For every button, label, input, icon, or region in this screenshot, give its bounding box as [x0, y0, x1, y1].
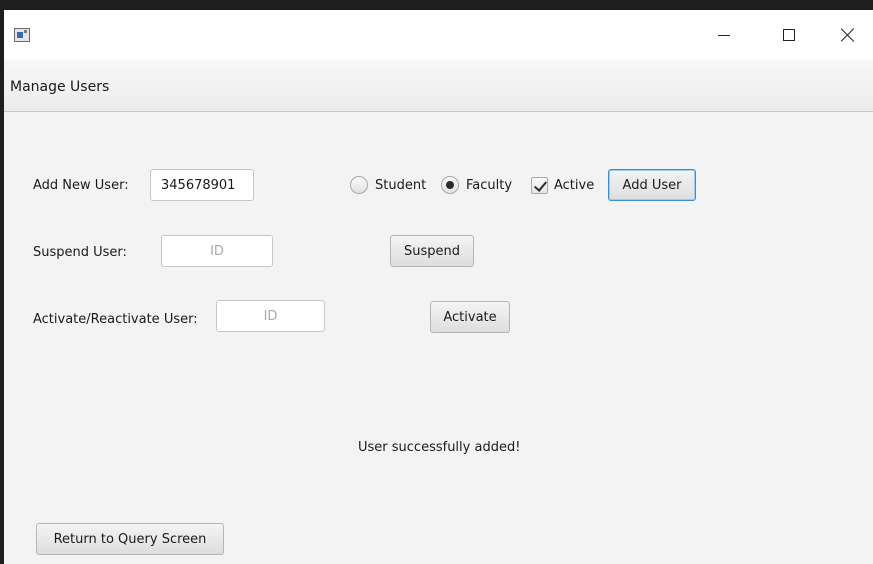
close-button[interactable]	[825, 20, 871, 50]
activate-user-label: Activate/Reactivate User:	[33, 312, 198, 327]
active-checkbox[interactable]	[531, 177, 548, 194]
suspend-user-id-input[interactable]	[161, 235, 273, 267]
status-message: User successfully added!	[358, 440, 521, 455]
maximize-icon	[783, 29, 795, 41]
student-radio[interactable]	[350, 176, 368, 194]
faculty-radio-label[interactable]: Faculty	[466, 178, 512, 193]
app-icon	[14, 28, 30, 42]
activate-user-id-input[interactable]	[216, 300, 325, 332]
window-frame: Manage Users Add New User: Student Facul…	[0, 0, 873, 564]
add-user-button[interactable]: Add User	[608, 169, 696, 201]
title-bar[interactable]	[4, 10, 873, 60]
activate-button[interactable]: Activate	[430, 301, 510, 333]
add-user-id-input[interactable]	[150, 169, 254, 201]
maximize-button[interactable]	[766, 20, 812, 50]
student-radio-label[interactable]: Student	[375, 178, 426, 193]
app-window: Manage Users Add New User: Student Facul…	[4, 10, 873, 564]
suspend-button[interactable]: Suspend	[390, 235, 474, 267]
menu-bar: Manage Users	[4, 60, 873, 112]
faculty-radio[interactable]	[441, 176, 459, 194]
menu-title[interactable]: Manage Users	[10, 79, 109, 95]
return-to-query-button[interactable]: Return to Query Screen	[36, 523, 224, 555]
add-user-label: Add New User:	[33, 178, 129, 193]
minimize-icon	[718, 34, 730, 36]
active-checkbox-label[interactable]: Active	[554, 178, 594, 193]
close-icon	[841, 28, 855, 42]
suspend-user-label: Suspend User:	[33, 245, 127, 260]
minimize-button[interactable]	[701, 20, 747, 50]
